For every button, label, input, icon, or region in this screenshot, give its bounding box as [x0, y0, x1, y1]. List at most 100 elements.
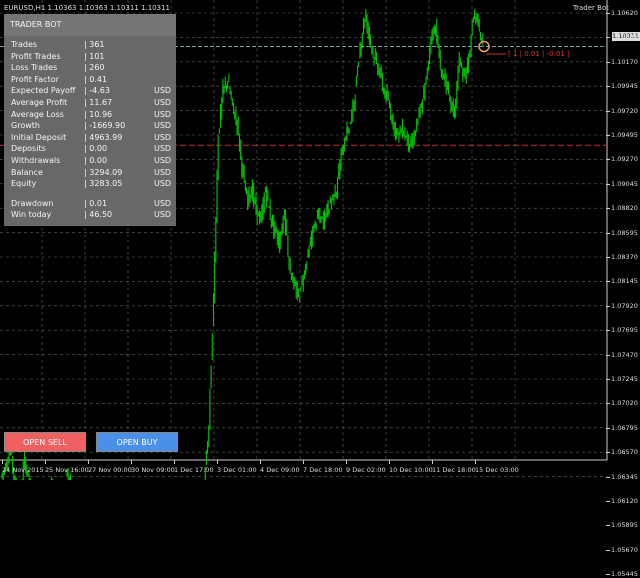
stat-label: Drawdown	[11, 198, 54, 208]
stat-label: Equity	[11, 179, 37, 189]
y-tick-label: 1.10395	[611, 33, 638, 42]
x-tick-mark	[45, 460, 46, 464]
stat-value: | 0.41	[84, 74, 108, 84]
x-tick-mark	[475, 460, 476, 464]
y-tick-label: 1.09270	[611, 155, 638, 164]
stat-unit: USD	[154, 167, 172, 177]
ea-name-label: Trader Bot	[572, 4, 609, 12]
x-tick-mark	[2, 460, 3, 464]
x-tick-mark	[88, 460, 89, 464]
y-tick-mark	[606, 574, 610, 576]
x-tick-label: 25 Nov 16:00	[45, 466, 89, 474]
y-tick-mark	[606, 13, 610, 14]
y-tick-label: 1.08820	[611, 204, 638, 213]
stat-label: Loss Trades	[11, 63, 58, 73]
x-tick-label: 9 Dec 02:00	[346, 466, 386, 474]
y-tick-mark	[606, 354, 610, 356]
y-tick-label: 1.07020	[611, 399, 638, 408]
y-tick-mark	[606, 549, 610, 551]
stat-value: | 46.50	[84, 210, 113, 220]
y-tick-label: 1.10170	[611, 57, 638, 66]
stat-value: | 101	[84, 51, 105, 61]
stat-label: Withdrawals	[11, 156, 61, 165]
x-tick-label: 24 Nov 2015	[2, 466, 44, 474]
stat-value: | 3294.09	[84, 167, 123, 177]
y-tick-mark	[606, 37, 610, 39]
y-tick-mark	[606, 452, 610, 454]
stat-label: Average Profit	[11, 98, 68, 107]
stat-label: Trades	[11, 40, 38, 49]
x-tick-mark	[131, 460, 132, 464]
y-tick-mark	[606, 110, 610, 112]
y-tick-mark	[606, 379, 610, 380]
y-tick-mark	[606, 208, 610, 210]
y-tick-label: 1.07245	[611, 375, 638, 383]
stat-unit: USD	[154, 156, 172, 165]
symbol-info: EURUSD,H1 1.10363 1.10363 1.10311 1.1031…	[4, 4, 170, 12]
y-tick-mark	[606, 86, 610, 88]
y-tick-label: 1.07695	[611, 326, 638, 335]
stat-unit: USD	[154, 198, 172, 208]
x-tick-mark	[389, 460, 390, 464]
stat-label: Deposits	[11, 144, 46, 154]
y-tick-mark	[606, 281, 610, 283]
stat-unit: USD	[154, 98, 172, 107]
y-tick-label: 1.06345	[611, 472, 638, 481]
x-tick-mark	[174, 460, 175, 464]
x-tick-label: 27 Nov 00:00	[88, 466, 132, 474]
x-tick-label: 1 Dec 17:00	[174, 466, 214, 474]
stat-unit: USD	[154, 109, 172, 119]
y-tick-mark	[606, 305, 610, 307]
y-tick-label: 1.09945	[611, 82, 638, 91]
stat-label: Average Loss	[11, 109, 64, 119]
y-tick-label: 1.06795	[611, 423, 638, 432]
stat-unit: USD	[154, 86, 172, 96]
y-tick-mark	[606, 135, 610, 136]
y-tick-mark	[606, 403, 610, 405]
x-tick-mark	[303, 460, 304, 464]
y-tick-mark	[606, 330, 610, 332]
stat-label: Growth	[11, 121, 40, 131]
y-tick-mark	[606, 183, 610, 185]
y-tick-label: 1.05445	[611, 570, 638, 578]
stat-label: Win today	[11, 210, 52, 220]
x-tick-label: 10 Dec 10:00	[389, 466, 433, 474]
y-tick-label: 1.08145	[611, 277, 638, 286]
x-tick-mark	[432, 460, 433, 464]
stat-value: | 4963.99	[84, 132, 123, 142]
stat-value: | 10.96	[84, 109, 113, 119]
y-tick-label: 1.09495	[611, 131, 638, 139]
stat-value: | 0.01	[84, 198, 108, 208]
stat-unit: USD	[154, 179, 172, 189]
stats-panel: TRADER BOT Trades | 361 Profit Trades | 101…	[4, 14, 176, 226]
y-tick-label: 1.08370	[611, 253, 638, 261]
stat-value: | 0.00	[84, 144, 108, 154]
y-tick-mark	[606, 525, 610, 527]
y-tick-label: 1.09045	[611, 179, 638, 188]
x-tick-label: 15 Dec 03:00	[475, 466, 519, 474]
y-tick-mark	[606, 61, 610, 63]
stat-label: Balance	[11, 167, 43, 177]
open-sell-button[interactable]: OPEN SELL	[4, 432, 86, 452]
y-tick-label: 1.05670	[611, 545, 638, 554]
y-tick-mark	[606, 232, 610, 234]
stat-value: | -4.63	[84, 86, 110, 96]
x-tick-mark	[346, 460, 347, 464]
stat-label: Initial Deposit	[11, 132, 67, 142]
stat-label: Profit Trades	[11, 51, 61, 61]
y-tick-label: 1.07470	[611, 350, 638, 359]
stat-value: | 260	[84, 63, 105, 73]
stat-value: | 0.00	[84, 156, 108, 165]
order-label: [ 1 | 0.01 | -0.01 ]	[508, 50, 570, 58]
y-tick-label: 1.05895	[611, 521, 638, 530]
stat-unit: USD	[154, 121, 172, 131]
x-tick-label: 4 Dec 09:00	[260, 466, 300, 474]
y-tick-mark	[606, 501, 610, 502]
stat-unit: USD	[154, 144, 172, 154]
y-tick-label: 1.08595	[611, 228, 638, 237]
x-tick-mark	[217, 460, 218, 464]
open-buy-button[interactable]: OPEN BUY	[96, 432, 178, 452]
y-tick-mark	[606, 427, 610, 429]
stat-value: | -1669.90	[84, 121, 126, 131]
panel-title: TRADER BOT	[10, 20, 62, 29]
